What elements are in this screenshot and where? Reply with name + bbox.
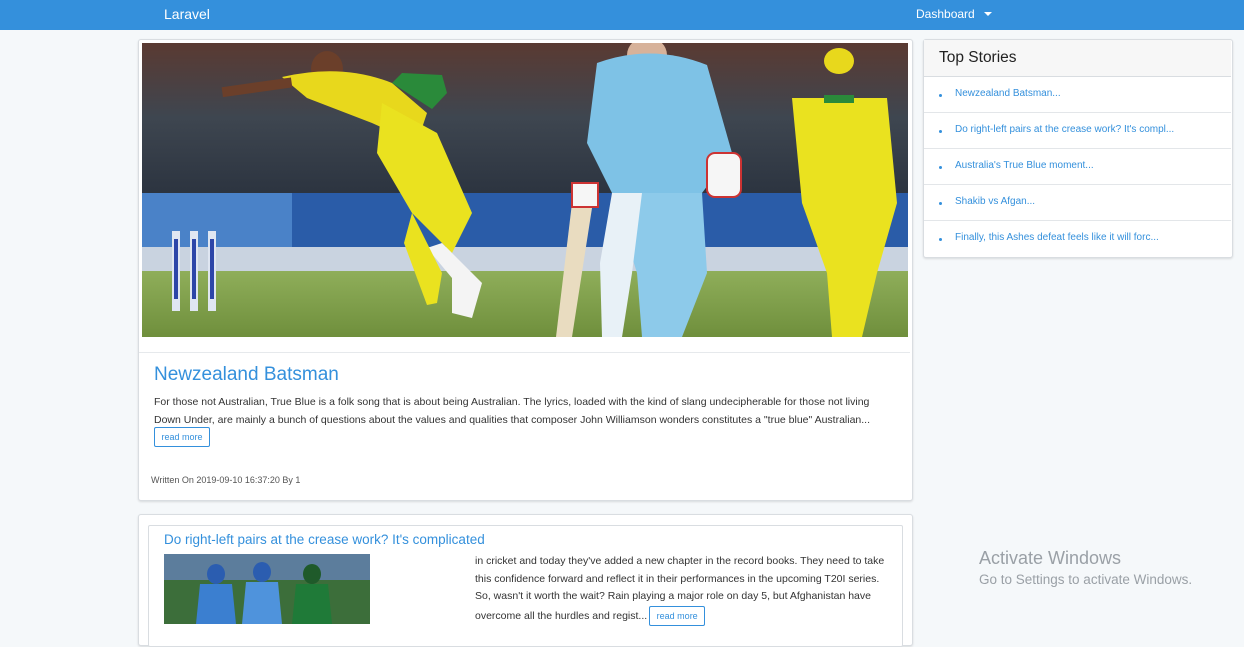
featured-read-more-button[interactable]: read more xyxy=(154,427,210,447)
second-read-more-button[interactable]: read more xyxy=(649,605,706,626)
caret-down-icon[interactable] xyxy=(984,12,992,16)
second-post-title[interactable]: Do right-left pairs at the crease work? … xyxy=(164,532,485,547)
bullet-icon xyxy=(939,130,942,133)
watermark-title: Activate Windows xyxy=(979,548,1122,568)
top-story-link[interactable]: Australia's True Blue moment... xyxy=(955,160,1094,171)
activate-windows-watermark: Activate Windows Go to Settings to activ… xyxy=(979,548,1192,587)
top-story-item[interactable]: Finally, this Ashes defeat feels like it… xyxy=(924,221,1231,257)
top-story-link[interactable]: Newzealand Batsman... xyxy=(955,88,1061,99)
top-stories-title: Top Stories xyxy=(939,49,1017,66)
featured-post-title[interactable]: Newzealand Batsman xyxy=(154,364,339,386)
bullet-icon xyxy=(939,202,942,205)
top-story-link[interactable]: Shakib vs Afgan... xyxy=(955,196,1035,207)
bullet-icon xyxy=(939,94,942,97)
second-post-thumbnail xyxy=(164,554,370,624)
top-story-item[interactable]: Do right-left pairs at the crease work? … xyxy=(924,113,1231,149)
second-post-excerpt-block: in cricket and today they've added a new… xyxy=(475,553,895,626)
watermark-subtitle: Go to Settings to activate Windows. xyxy=(979,572,1193,587)
featured-post-meta: Written On 2019-09-10 16:37:20 By 1 xyxy=(151,475,301,485)
top-navbar: Laravel Dashboard xyxy=(0,0,1244,30)
top-story-item[interactable]: Australia's True Blue moment... xyxy=(924,149,1231,185)
top-story-link[interactable]: Finally, this Ashes defeat feels like it… xyxy=(955,232,1159,243)
card-divider xyxy=(139,352,910,353)
top-story-item[interactable]: Newzealand Batsman... xyxy=(924,77,1231,113)
top-story-link[interactable]: Do right-left pairs at the crease work? … xyxy=(955,124,1174,135)
brand-link[interactable]: Laravel xyxy=(164,6,210,22)
bullet-icon xyxy=(939,166,942,169)
featured-post-excerpt: For those not Australian, True Blue is a… xyxy=(154,396,871,426)
dashboard-menu[interactable]: Dashboard xyxy=(916,7,975,21)
top-story-item[interactable]: Shakib vs Afgan... xyxy=(924,185,1231,221)
top-stories-header: Top Stories xyxy=(924,40,1231,77)
bullet-icon xyxy=(939,238,942,241)
featured-post-image xyxy=(142,43,908,337)
